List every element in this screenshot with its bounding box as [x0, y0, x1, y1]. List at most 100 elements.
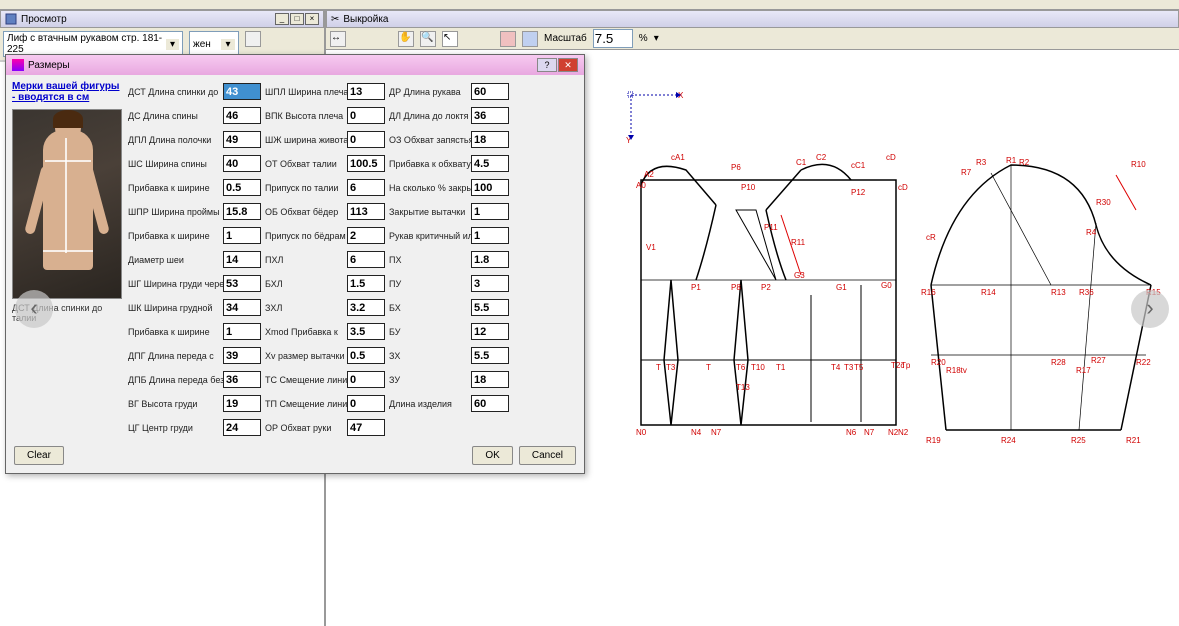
- measure-input[interactable]: [471, 371, 509, 388]
- measure-input[interactable]: [347, 251, 385, 268]
- min-button[interactable]: _: [275, 13, 289, 25]
- measure-input[interactable]: [223, 275, 261, 292]
- measure-input[interactable]: [347, 323, 385, 340]
- measure-row: ДПБ Длина переда без: [128, 369, 261, 390]
- measure-input[interactable]: [471, 395, 509, 412]
- measure-row: ОР Обхват руки: [265, 417, 385, 438]
- toolbar-button[interactable]: [245, 31, 261, 47]
- measure-input[interactable]: [347, 83, 385, 100]
- measure-input[interactable]: [471, 107, 509, 124]
- measure-label: Xmod Прибавка к: [265, 327, 347, 337]
- measure-input[interactable]: [347, 203, 385, 220]
- measure-input[interactable]: [347, 275, 385, 292]
- measure-input[interactable]: [347, 347, 385, 364]
- measure-input[interactable]: [471, 131, 509, 148]
- measure-input[interactable]: [223, 107, 261, 124]
- measure-input[interactable]: [347, 371, 385, 388]
- measure-input[interactable]: [223, 323, 261, 340]
- measure-row: ДР Длина рукава: [389, 81, 509, 102]
- close-button[interactable]: ×: [305, 13, 319, 25]
- svg-text:C2: C2: [816, 153, 827, 162]
- measure-row: На сколько % закрыть: [389, 177, 509, 198]
- measure-input[interactable]: [347, 419, 385, 436]
- scale-label: Масштаб: [544, 33, 587, 44]
- dialog-help-button[interactable]: ?: [537, 58, 557, 72]
- dialog-close-button[interactable]: ✕: [558, 58, 578, 72]
- measure-input[interactable]: [223, 251, 261, 268]
- ok-button[interactable]: OK: [472, 446, 512, 465]
- pointer-tool[interactable]: ↖: [442, 31, 458, 47]
- svg-text:R21: R21: [1126, 436, 1141, 445]
- measure-input[interactable]: [347, 107, 385, 124]
- measure-row: ЗХЛ: [265, 297, 385, 318]
- measure-input[interactable]: [471, 251, 509, 268]
- svg-text:P1: P1: [691, 283, 701, 292]
- measure-input[interactable]: [223, 395, 261, 412]
- measure-input[interactable]: [471, 347, 509, 364]
- measure-input[interactable]: [223, 131, 261, 148]
- measure-input[interactable]: [223, 179, 261, 196]
- measure-input[interactable]: [223, 227, 261, 244]
- measure-input[interactable]: [471, 227, 509, 244]
- measure-input[interactable]: [471, 179, 509, 196]
- preview-panel-header[interactable]: Просмотр _ □ ×: [0, 10, 324, 28]
- prev-button[interactable]: ‹: [15, 290, 53, 328]
- measure-input[interactable]: [347, 395, 385, 412]
- nav-tool[interactable]: ↔: [330, 31, 346, 47]
- measure-input[interactable]: [471, 323, 509, 340]
- svg-text:V1: V1: [646, 243, 656, 252]
- svg-text:cA1: cA1: [671, 153, 685, 162]
- grid-tool-2[interactable]: [522, 31, 538, 47]
- measure-input[interactable]: [223, 83, 261, 100]
- svg-text:R25: R25: [1071, 436, 1086, 445]
- measure-row: ДСТ Длина спинки до: [128, 81, 261, 102]
- measure-label: ОТ Обхват талии: [265, 159, 347, 169]
- next-button[interactable]: ›: [1131, 290, 1169, 328]
- measure-row: Длина изделия: [389, 393, 509, 414]
- max-button[interactable]: □: [290, 13, 304, 25]
- measure-input[interactable]: [347, 131, 385, 148]
- measure-input[interactable]: [347, 179, 385, 196]
- measure-input[interactable]: [347, 299, 385, 316]
- svg-text:G0: G0: [881, 281, 892, 290]
- measure-label: ДПБ Длина переда без: [128, 375, 223, 385]
- measure-input[interactable]: [223, 299, 261, 316]
- measure-input[interactable]: [471, 83, 509, 100]
- measure-input[interactable]: [223, 155, 261, 172]
- measure-input[interactable]: [223, 419, 261, 436]
- measure-input[interactable]: [347, 227, 385, 244]
- measure-input[interactable]: [471, 299, 509, 316]
- measure-input[interactable]: [347, 155, 385, 172]
- svg-text:P8: P8: [731, 283, 741, 292]
- measure-input[interactable]: [471, 275, 509, 292]
- cancel-button[interactable]: Cancel: [519, 446, 576, 465]
- svg-text:A0: A0: [636, 181, 646, 190]
- measure-label: ДР Длина рукава: [389, 87, 471, 97]
- measurements-link[interactable]: Мерки вашей фигуры - вводятся в см: [12, 81, 122, 103]
- svg-text:T5: T5: [854, 363, 864, 372]
- pattern-panel-header[interactable]: ✂ Выкройка: [326, 10, 1179, 28]
- measure-input[interactable]: [223, 347, 261, 364]
- measure-row: ТП Смещение линии: [265, 393, 385, 414]
- measure-row: ДПГ Длина переда с: [128, 345, 261, 366]
- dialog-titlebar[interactable]: Размеры ? ✕: [6, 55, 584, 75]
- scale-dropdown-icon[interactable]: ▾: [654, 33, 659, 44]
- zoom-tool[interactable]: 🔍: [420, 31, 436, 47]
- measure-label: ДПЛ Длина полочки: [128, 135, 223, 145]
- measure-input[interactable]: [223, 203, 261, 220]
- hand-tool[interactable]: ✋: [398, 31, 414, 47]
- svg-text:N7: N7: [864, 428, 875, 437]
- svg-text:R7: R7: [961, 168, 972, 177]
- measure-input[interactable]: [471, 155, 509, 172]
- bodice-pattern: A2 A0 cA1 P6 P10 C1 C2 cC1 cD cD P12 P11…: [636, 150, 906, 460]
- dialog-title-text: Размеры: [28, 60, 70, 71]
- grid-tool-1[interactable]: [500, 31, 516, 47]
- measure-row: ОЗ Обхват запястья: [389, 129, 509, 150]
- measure-row: ШГ Ширина груди через: [128, 273, 261, 294]
- measure-input[interactable]: [471, 203, 509, 220]
- measure-label: БУ: [389, 327, 471, 337]
- measure-input[interactable]: [223, 371, 261, 388]
- clear-button[interactable]: Clear: [14, 446, 64, 465]
- scale-input[interactable]: [593, 29, 633, 48]
- measure-row: ШЖ ширина живота: [265, 129, 385, 150]
